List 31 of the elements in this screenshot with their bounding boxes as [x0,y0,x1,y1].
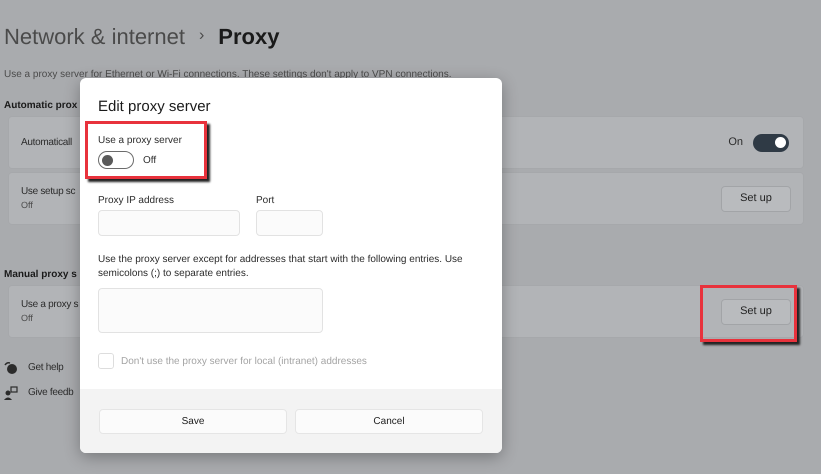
footer-link[interactable]: Give feedb [28,385,74,400]
setting-title: Use setup sc [21,185,76,200]
footer-link[interactable]: Get help [28,360,64,375]
section-heading: Manual proxy s [4,269,77,280]
setting-status: Off [21,312,34,326]
checkbox-label: Don't use the proxy server for local (intranet) addresses [121,354,367,368]
field-label: Port [256,194,276,208]
setting-title: Automaticall [21,136,72,150]
toggle-state: On [728,135,743,150]
port-field[interactable] [256,210,323,236]
page-title: Proxy [218,22,280,51]
breadcrumb-parent[interactable]: Network & internet [4,20,185,52]
exceptions-field[interactable] [98,288,323,333]
setting-title: Use a proxy s [21,298,78,312]
toggle-switch[interactable] [753,134,789,152]
field-label: Proxy IP address [98,194,175,208]
ip-address-field[interactable] [98,210,240,236]
dialog-button[interactable]: Cancel [295,408,483,434]
setup-button[interactable]: Set up [721,186,791,212]
toggle-switch[interactable] [98,151,134,169]
dialog-button[interactable]: Save [99,408,287,434]
section-heading: Automatic prox [4,100,78,111]
dialog-title: Edit proxy server [98,98,211,115]
toggle-label: Use a proxy server [98,135,182,146]
help-icon [4,360,18,374]
breadcrumb-separator: › [198,26,204,46]
toggle-state: Off [143,154,156,168]
feedback-icon [4,386,18,400]
setting-status: Off [21,199,34,212]
setup-button[interactable]: Set up [721,298,791,324]
exceptions-description: Use the proxy server except for addresses that start with the following entries. Use semicolons (;) to separate entries. [98,253,464,281]
